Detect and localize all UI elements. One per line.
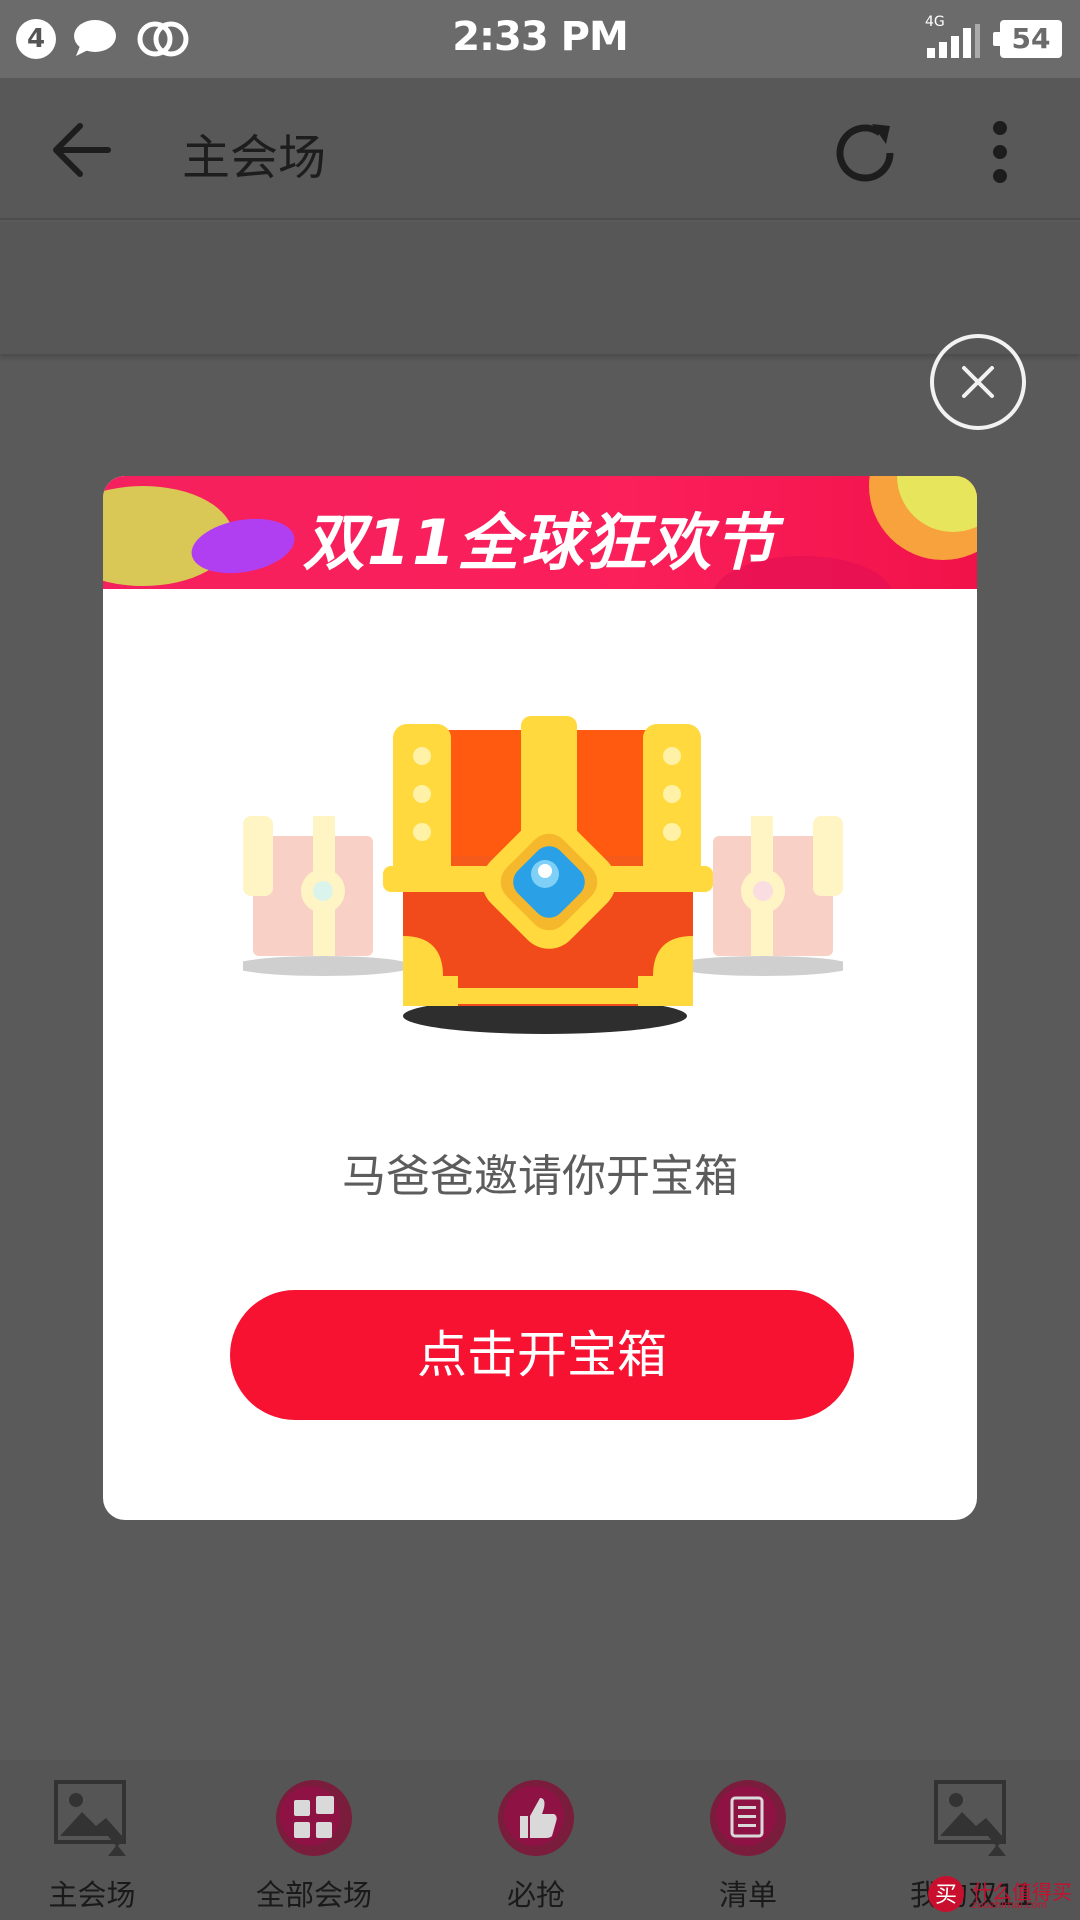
tab-checklist[interactable]: 清单 — [648, 1760, 848, 1920]
treasure-chest-dialog: 双11全球狂欢节 马爸爸邀请你开宝箱 点击开宝箱 — [103, 476, 977, 1520]
bottom-tab-bar: 主会场 全部会场 必抢 清单 我的双11 — [0, 1760, 1080, 1920]
refresh-icon[interactable] — [828, 116, 902, 190]
banner-title: 双11全球狂欢节 — [302, 506, 778, 579]
battery-level: 54 — [993, 20, 1062, 58]
app-bar: 主会场 — [0, 78, 1080, 220]
tab-all-venues[interactable]: 全部会场 — [214, 1760, 414, 1920]
clock: 2:33 PM — [452, 14, 629, 60]
festival-banner: 双11全球狂欢节 — [103, 476, 977, 589]
tab-label: 必抢 — [506, 1878, 565, 1912]
open-treasure-chest-button[interactable]: 点击开宝箱 — [230, 1290, 854, 1420]
tab-label: 清单 — [718, 1878, 777, 1912]
invite-message: 马爸爸邀请你开宝箱 — [342, 1151, 738, 1202]
close-dialog-button[interactable] — [930, 334, 1026, 430]
signal-icon — [927, 24, 980, 58]
tab-label: 主会场 — [48, 1878, 136, 1912]
more-vertical-icon[interactable] — [990, 120, 1010, 184]
image-placeholder-icon — [54, 1780, 126, 1856]
thumbs-up-icon — [498, 1780, 574, 1856]
page-title: 主会场 — [182, 130, 327, 186]
watermark-logo-icon: 买 — [928, 1876, 964, 1912]
back-arrow-icon[interactable] — [52, 122, 112, 178]
image-placeholder-icon — [934, 1780, 1006, 1856]
close-icon — [962, 366, 994, 398]
svg-text:买: 买 — [935, 1883, 957, 1908]
status-bar: 4 2:33 PM 4G 54 — [0, 0, 1080, 78]
grid-icon — [276, 1780, 352, 1856]
tab-main-venue[interactable]: 主会场 — [0, 1760, 192, 1920]
watermark: 买 什么值得买 zuozhimai.com — [926, 1874, 1076, 1916]
tab-label: 全部会场 — [255, 1878, 372, 1912]
treasure-chest-icon — [243, 716, 843, 1034]
list-icon — [710, 1780, 786, 1856]
content-header-strip — [0, 222, 1080, 354]
tab-must-grab[interactable]: 必抢 — [436, 1760, 636, 1920]
watermark-url: zuozhimai.com — [972, 1900, 1048, 1911]
